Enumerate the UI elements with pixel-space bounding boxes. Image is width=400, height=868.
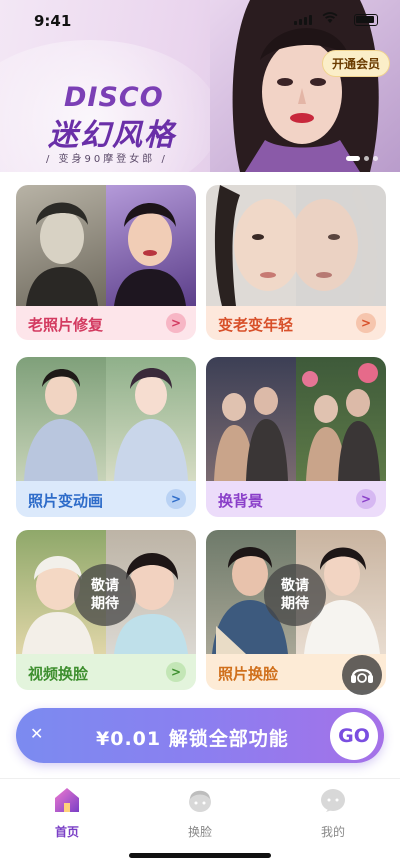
card-label: 视频换脸 (28, 665, 89, 683)
open-membership-button[interactable]: 开通会员 (321, 50, 390, 77)
card-change-background[interactable]: 换背景 > (206, 357, 386, 517)
card-footer: 老照片修复 > (16, 306, 196, 340)
home-icon (55, 788, 79, 812)
tab-profile[interactable]: 我的 (293, 785, 373, 840)
card-age-change[interactable]: 变老变年轻 > (206, 185, 386, 340)
chevron-right-icon[interactable]: > (166, 662, 186, 682)
photo-image (16, 357, 106, 481)
new-background-image (296, 357, 386, 481)
card-photo-to-anime[interactable]: 照片变动画 > (16, 357, 196, 517)
card-before-after-images (206, 357, 386, 481)
card-label: 换背景 (218, 492, 264, 510)
chevron-right-icon[interactable]: > (356, 489, 376, 509)
unlock-all-features-bar[interactable]: ✕ ¥0.01 解锁全部功能 GO (16, 708, 384, 763)
original-background-image (206, 357, 296, 481)
battery-icon (354, 14, 378, 26)
pagination-dot-active (346, 156, 360, 161)
coming-soon-badge: 敬请 期待 (264, 564, 326, 626)
hero-banner[interactable]: 9:41 DISCO 迷幻风格 / 变身90摩登女郎 / 开通会员 (0, 0, 400, 172)
banner-title-cn: 迷幻风格 (48, 118, 176, 153)
wifi-icon (322, 12, 338, 23)
card-before-after-images (16, 185, 196, 306)
pagination-dot (364, 156, 369, 161)
unlock-text: ¥0.01 解锁全部功能 (96, 728, 289, 750)
coming-soon-badge: 敬请 期待 (74, 564, 136, 626)
banner-tagline: / 变身90摩登女郎 / (46, 154, 168, 165)
cellular-signal-icon (294, 15, 312, 25)
card-footer: 变老变年轻 > (206, 306, 386, 340)
banner-pagination (346, 156, 378, 161)
bottom-tab-bar: 首页 换脸 我的 (0, 778, 400, 868)
card-footer: 照片变动画 > (16, 481, 196, 517)
tab-label: 换脸 (187, 825, 212, 839)
chevron-right-icon[interactable]: > (356, 313, 376, 333)
before-image (16, 185, 106, 306)
tab-label: 首页 (54, 825, 79, 839)
anime-image (106, 357, 196, 481)
young-image (206, 185, 296, 306)
banner-title-en: DISCO (64, 82, 164, 113)
card-footer: 换背景 > (206, 481, 386, 517)
status-bar: 9:41 (0, 0, 400, 40)
card-footer: 视频换脸 > (16, 654, 196, 690)
home-indicator (129, 853, 271, 858)
customer-service-button[interactable] (342, 655, 382, 695)
card-before-after-images (206, 185, 386, 306)
chevron-right-icon[interactable]: > (166, 489, 186, 509)
headset-icon (351, 668, 373, 683)
old-image (296, 185, 386, 306)
card-old-photo-restore[interactable]: 老照片修复 > (16, 185, 196, 340)
status-time: 9:41 (34, 12, 72, 30)
profile-icon (321, 789, 345, 812)
face-swap-icon (189, 790, 211, 812)
card-before-after-images (16, 357, 196, 481)
go-button[interactable]: GO (330, 712, 378, 760)
card-label: 照片换脸 (218, 665, 279, 683)
card-video-face-swap[interactable]: 敬请 期待 视频换脸 > (16, 530, 196, 690)
tab-face-swap[interactable]: 换脸 (160, 785, 240, 840)
chevron-right-icon[interactable]: > (166, 313, 186, 333)
card-label: 变老变年轻 (218, 316, 294, 334)
tab-home[interactable]: 首页 (27, 785, 107, 840)
tab-label: 我的 (320, 825, 345, 839)
close-icon[interactable]: ✕ (30, 724, 43, 743)
after-image (106, 185, 196, 306)
card-label: 照片变动画 (28, 492, 104, 510)
card-label: 老照片修复 (28, 316, 104, 334)
pagination-dot (373, 156, 378, 161)
